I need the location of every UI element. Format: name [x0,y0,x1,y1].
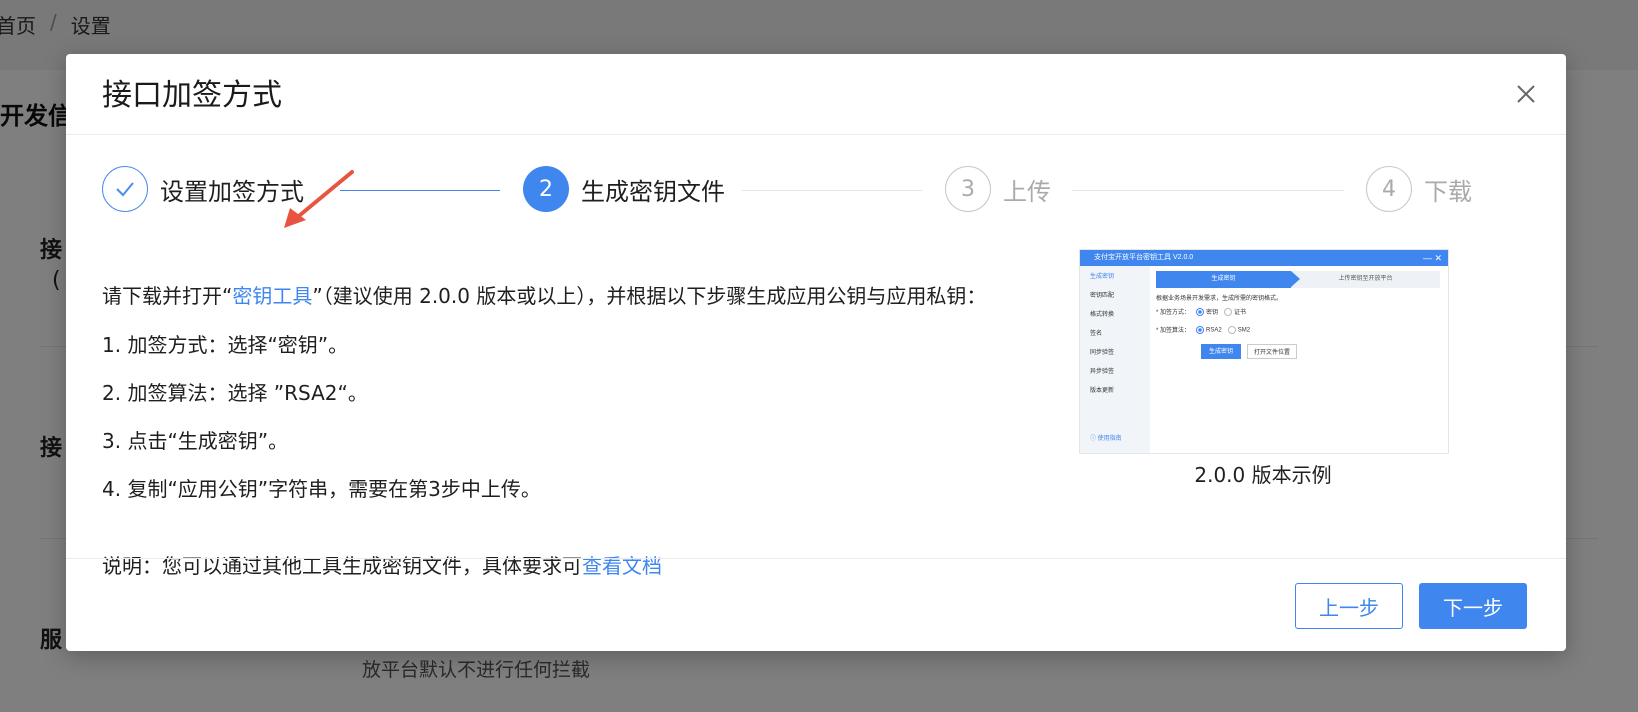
step-3-label: 上传 [1003,177,1051,206]
example-screenshot: 支付宝开放平台密钥工具 V2.0.0 — ✕ 生成密钥 密钥匹配 格式转换 签名… [1079,249,1449,454]
example-open-folder-button: 打开文件位置 [1247,344,1298,360]
example-step-next: 上传密钥至开放平台 [1291,271,1440,288]
step-2-number: 2 [523,166,569,212]
dialog-title: 接口加签方式 [102,78,282,113]
note-text: 说明：您可以通过其他工具生成密钥文件，具体要求可查看文档 [102,552,662,580]
example-titlebar: 支付宝开放平台密钥工具 V2.0.0 — ✕ [1080,250,1448,266]
instruction-4: 4. 复制“应用公钥”字符串，需要在第3步中上传。 [102,477,541,501]
example-window-title: 支付宝开放平台密钥工具 V2.0.0 [1094,254,1194,261]
step-4-number: 4 [1366,166,1412,212]
step-2-label: 生成密钥文件 [581,177,725,206]
check-icon [102,166,148,212]
instruction-3: 3. 点击“生成密钥”。 [102,429,289,453]
dialog-header: 接口加签方式 [66,54,1566,135]
example-radio-key: 密钥 [1196,307,1219,317]
step-4: 4 下载 [1366,166,1472,212]
close-button[interactable] [1510,78,1542,110]
radio-icon [1227,325,1236,334]
example-radio-cert: 证书 [1224,307,1247,317]
example-sidebar-item: 密钥匹配 [1090,293,1115,299]
radio-checked-icon [1196,308,1205,317]
example-row-algorithm: * 加签算法： RSA2 SM2 [1156,325,1440,334]
example-steps: 生成密钥 上传密钥至开放平台 [1156,271,1440,288]
annotation-arrow-icon [284,170,354,228]
example-row-method: * 加签方式： 密钥 证书 [1156,307,1440,317]
step-1: 设置加签方式 [102,166,304,212]
example-radio-label: 密钥 [1206,310,1219,316]
instruction-1: 1. 加签方式：选择“密钥”。 [102,333,349,357]
radio-icon [1224,308,1233,317]
example-sidebar-item: 格式转换 [1090,312,1115,318]
example-step-active: 生成密钥 [1156,271,1300,288]
intro-text: 请下载并打开“密钥工具”（建议使用 2.0.0 版本或以上），并根据以下步骤生成… [102,282,986,310]
footer-divider [66,558,1566,559]
example-hint: 根据业务场景开发需求，生成所需的密钥格式。 [1156,296,1283,302]
step-4-label: 下载 [1424,177,1472,206]
close-icon [1517,85,1535,103]
example-help-link: ⓘ 使用指南 [1090,436,1122,442]
example-sidebar: 生成密钥 密钥匹配 格式转换 签名 同步验签 异步验签 版本更新 ⓘ 使用指南 [1080,266,1150,453]
example-sidebar-item: 同步验签 [1090,350,1115,356]
example-radio-label: 证书 [1234,310,1247,316]
example-generate-button: 生成密钥 [1201,344,1242,360]
instruction-2: 2. 加签算法：选择 ”RSA2“。 [102,381,368,405]
example-row-label: * 加签算法： [1156,328,1191,335]
example-radio-rsa2: RSA2 [1196,325,1222,334]
step-3: 3 上传 [945,166,1051,212]
example-main: 生成密钥 上传密钥至开放平台 根据业务场景开发需求，生成所需的密钥格式。 * 加… [1156,271,1440,360]
intro-suffix: ”（建议使用 2.0.0 版本或以上），并根据以下步骤生成应用公钥与应用私钥： [312,284,987,308]
example-window-controls: — ✕ [1422,253,1442,263]
example-sidebar-item: 生成密钥 [1090,274,1115,280]
radio-checked-icon [1196,325,1205,334]
step-connector [742,190,922,191]
previous-step-button[interactable]: 上一步 [1295,583,1403,629]
example-radio-sm2: SM2 [1227,325,1251,334]
example-caption: 2.0.0 版本示例 [1194,463,1332,487]
step-connector [1072,190,1344,191]
example-row-label: * 加签方式： [1156,310,1191,317]
step-connector-done [340,190,500,191]
signing-method-dialog: 接口加签方式 设置加签方式 2 生成密钥文件 3 上传 4 下载 请下载并打开“… [66,54,1566,651]
example-radio-label: SM2 [1237,327,1251,334]
example-sidebar-item: 签名 [1090,331,1103,337]
step-2: 2 生成密钥文件 [523,166,725,212]
example-sidebar-item: 版本更新 [1090,388,1115,394]
step-3-number: 3 [945,166,991,212]
example-radio-label: RSA2 [1206,327,1222,334]
example-buttons: 生成密钥 打开文件位置 [1201,344,1440,360]
intro-prefix: 请下载并打开“ [102,284,233,308]
next-step-button[interactable]: 下一步 [1419,583,1527,629]
key-tool-link[interactable]: 密钥工具 [232,284,312,308]
example-sidebar-item: 异步验签 [1090,369,1115,375]
